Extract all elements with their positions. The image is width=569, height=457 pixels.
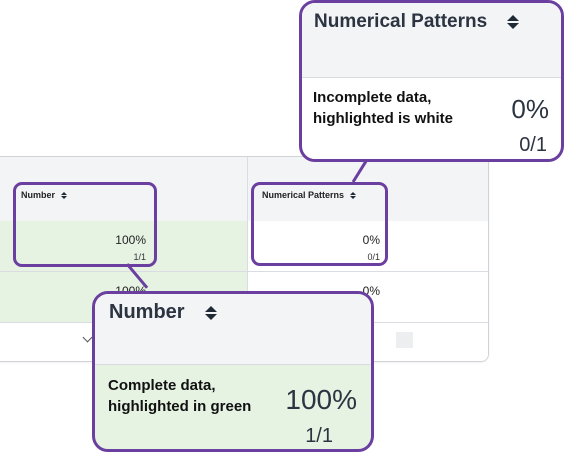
scroll-thumb[interactable] [396, 332, 413, 348]
description-line: highlighted in green [108, 398, 252, 415]
callout-header: Numerical Patterns [302, 3, 561, 78]
chevron-down-icon[interactable] [82, 332, 93, 343]
callout-complete: Number Complete data, highlighted in gre… [92, 291, 374, 452]
callout-fraction: 0/1 [519, 134, 547, 156]
callout-percent: 0% [511, 94, 549, 124]
highlight-ring-patterns [251, 182, 388, 266]
sort-icon [507, 15, 520, 29]
callout-percent: 100% [285, 384, 357, 415]
callout-header: Number [95, 294, 371, 365]
highlight-ring-number [13, 182, 157, 267]
description-line: highlighted is white [313, 110, 453, 127]
callout-description: Incomplete data, highlighted is white [313, 87, 453, 129]
callout-column-title: Number [109, 301, 185, 323]
callout-incomplete: Numerical Patterns Incomplete data, high… [299, 0, 564, 162]
description-line: Complete data, [108, 377, 216, 394]
sort-icon [204, 305, 217, 320]
callout-fraction: 1/1 [305, 425, 333, 447]
callout-column-title: Numerical Patterns [314, 11, 488, 32]
callout-description: Complete data, highlighted in green [108, 375, 251, 417]
description-line: Incomplete data, [313, 89, 432, 106]
